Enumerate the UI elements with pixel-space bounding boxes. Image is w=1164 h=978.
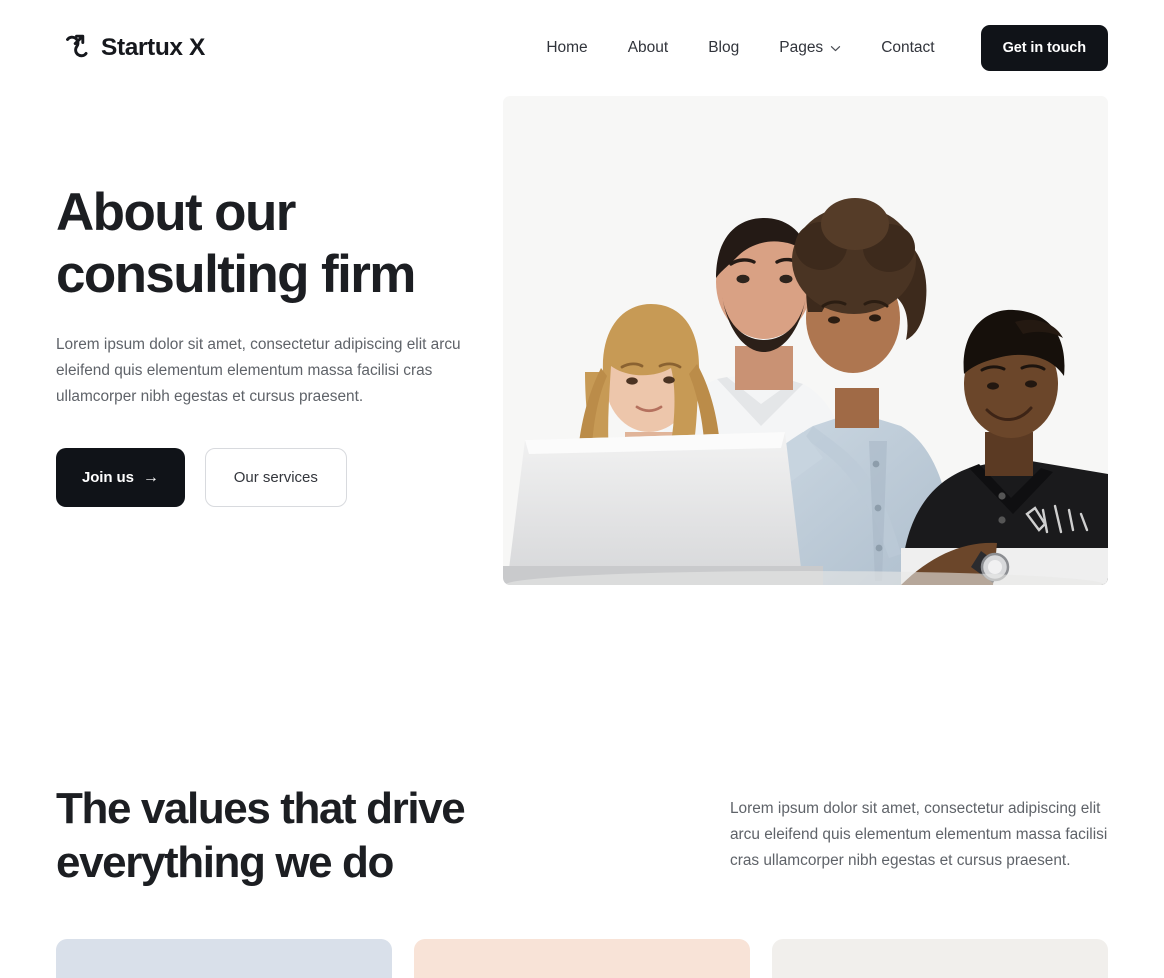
swirl-arrow-icon xyxy=(56,31,90,65)
site-header: Startux X Home About Blog Pages Contact … xyxy=(0,0,1164,96)
hero-actions: Join us → Our services xyxy=(56,448,486,507)
nav-item-label: Contact xyxy=(881,39,935,56)
hero-copy: About our consulting firm Lorem ipsum do… xyxy=(56,182,486,507)
join-us-label: Join us xyxy=(82,469,134,486)
values-title-line-1: The values that drive xyxy=(56,784,466,833)
nav-item-contact[interactable]: Contact xyxy=(861,31,954,65)
nav-list: Home About Blog Pages Contact xyxy=(526,31,954,65)
page-root: Startux X Home About Blog Pages Contact … xyxy=(0,0,1164,978)
nav-item-label: Pages xyxy=(779,39,824,56)
team-photo-illustration xyxy=(503,96,1108,585)
nav-item-label: Home xyxy=(546,39,588,56)
nav-item-label: About xyxy=(627,39,669,56)
nav-item-about[interactable]: About xyxy=(608,31,689,65)
hero-section: About our consulting firm Lorem ipsum do… xyxy=(0,96,1164,696)
value-cards xyxy=(56,939,1108,978)
values-title: The values that drive everything we do xyxy=(56,696,616,890)
hero-image xyxy=(503,96,1108,585)
our-services-button[interactable]: Our services xyxy=(204,448,347,507)
brand-logo[interactable]: Startux X xyxy=(56,31,205,65)
value-card[interactable] xyxy=(414,939,750,978)
nav-item-home[interactable]: Home xyxy=(526,31,607,65)
primary-navigation: Home About Blog Pages Contact Get in tou… xyxy=(526,25,1108,71)
hero-title-line-1: About our xyxy=(56,183,296,242)
value-card[interactable] xyxy=(772,939,1108,978)
brand-name: Startux X xyxy=(101,34,205,61)
nav-item-blog[interactable]: Blog xyxy=(688,31,759,65)
arrow-right-icon: → xyxy=(142,468,159,486)
chevron-down-icon xyxy=(830,43,841,54)
hero-title: About our consulting firm xyxy=(56,182,486,306)
values-title-line-2: everything we do xyxy=(56,838,394,887)
values-section: The values that drive everything we do L… xyxy=(0,696,1164,978)
nav-item-pages[interactable]: Pages xyxy=(759,31,861,65)
join-us-button[interactable]: Join us → xyxy=(56,448,185,507)
hero-title-line-2: consulting firm xyxy=(56,245,416,304)
values-subtitle: Lorem ipsum dolor sit amet, consectetur … xyxy=(730,800,1108,869)
value-card[interactable] xyxy=(56,939,392,978)
nav-item-label: Blog xyxy=(708,39,740,56)
get-in-touch-button[interactable]: Get in touch xyxy=(980,25,1108,71)
values-header: The values that drive everything we do L… xyxy=(0,696,1164,890)
hero-subtitle: Lorem ipsum dolor sit amet, consectetur … xyxy=(56,336,461,405)
